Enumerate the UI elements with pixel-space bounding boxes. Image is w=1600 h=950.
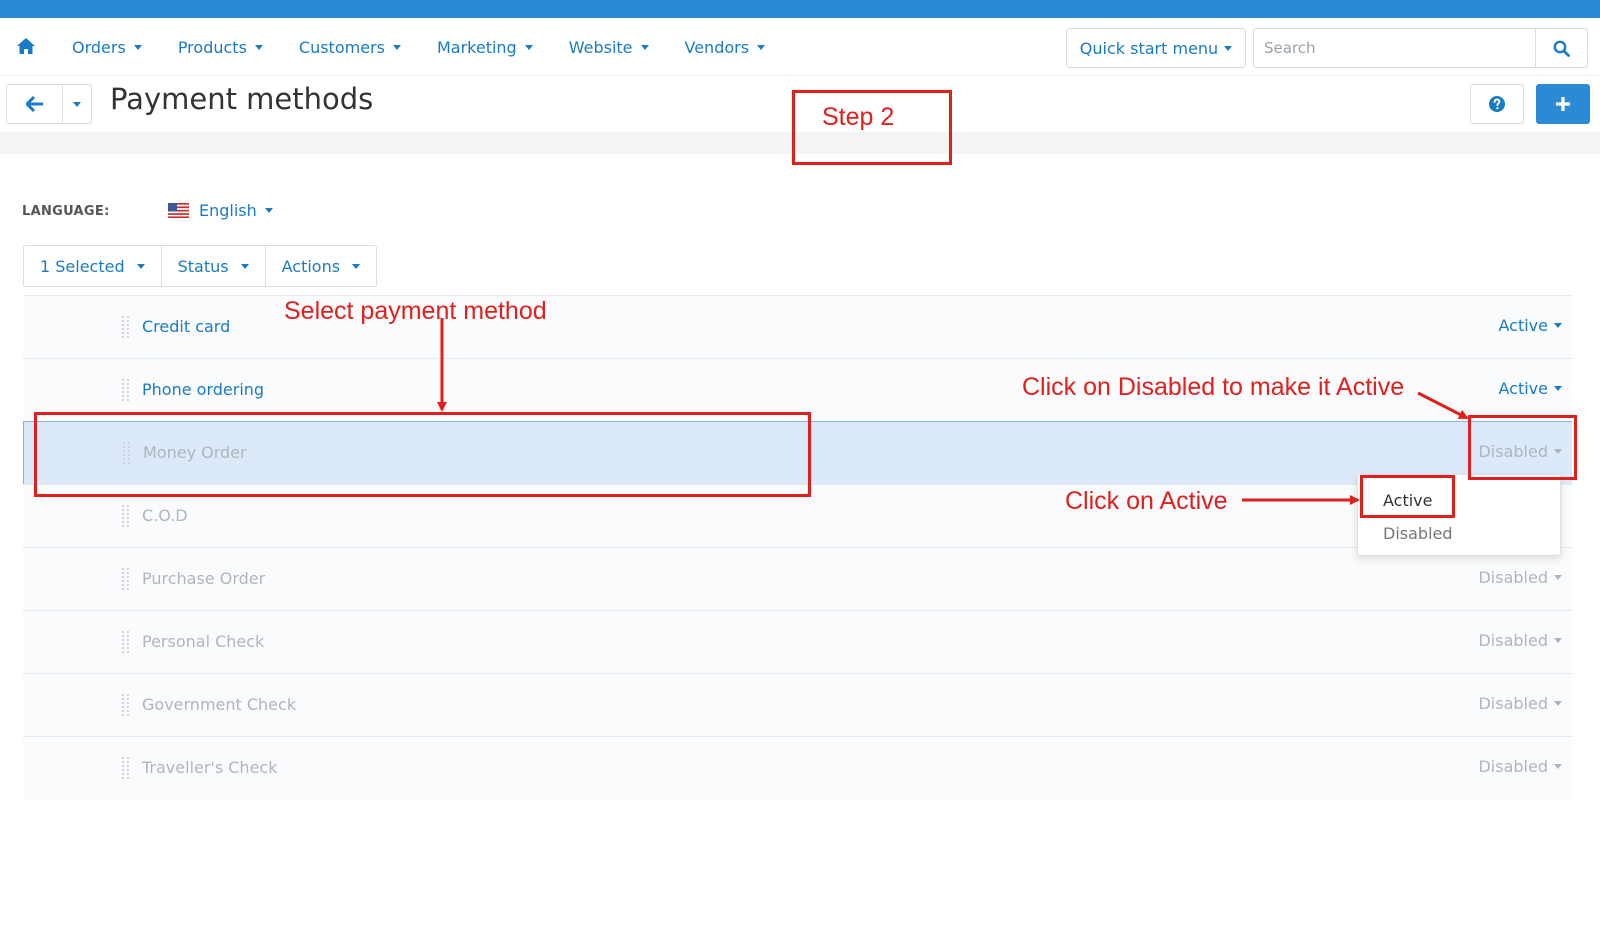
caret-down-icon: [264, 208, 273, 213]
drag-handle-icon[interactable]: [122, 757, 130, 779]
selected-row-highlight-box: [34, 412, 811, 497]
nav-menu: Orders Products Customers Marketing Webs…: [56, 18, 801, 76]
caret-down-icon: [392, 44, 401, 50]
top-bar: [0, 0, 1600, 18]
home-icon[interactable]: [16, 37, 36, 55]
status-dropdown[interactable]: Disabled: [1478, 631, 1562, 650]
table-row[interactable]: Credit card Active: [23, 295, 1572, 358]
click-active-annotation: Click on Active: [1065, 487, 1228, 515]
back-history-dropdown[interactable]: [62, 85, 91, 123]
step-annotation-label: Step 2: [822, 103, 895, 131]
question-circle-icon: [1489, 96, 1505, 112]
arrow-left-icon: [25, 96, 43, 112]
select-method-annotation: Select payment method: [284, 297, 547, 325]
caret-down-icon: [524, 44, 533, 50]
back-button[interactable]: [7, 85, 62, 123]
status-dropdown[interactable]: Active: [1499, 379, 1562, 398]
search-box: [1253, 28, 1588, 68]
caret-down-icon: [1554, 323, 1562, 328]
caret-down-icon: [1554, 386, 1562, 391]
add-payment-method-button[interactable]: [1536, 84, 1590, 124]
caret-down-icon: [1554, 701, 1562, 706]
main-navbar: Orders Products Customers Marketing Webs…: [0, 18, 1600, 76]
help-button[interactable]: [1470, 84, 1524, 124]
status-dropdown[interactable]: Active: [1499, 316, 1562, 335]
payment-method-name[interactable]: C.O.D: [142, 506, 188, 525]
table-row[interactable]: Personal Check Disabled: [23, 610, 1572, 673]
status-dropdown[interactable]: Disabled: [1478, 694, 1562, 713]
back-button-group: [6, 84, 92, 124]
status-option-disabled[interactable]: Disabled: [1383, 524, 1453, 543]
drag-handle-icon[interactable]: [122, 505, 130, 527]
disabled-status-highlight-box: [1468, 415, 1577, 480]
plus-icon: [1556, 97, 1570, 111]
table-row[interactable]: Purchase Order Disabled: [23, 547, 1572, 610]
drag-handle-icon[interactable]: [122, 631, 130, 653]
payment-method-name[interactable]: Traveller's Check: [142, 758, 277, 777]
caret-down-icon: [1554, 638, 1562, 643]
us-flag-icon: [168, 203, 189, 218]
payment-method-name[interactable]: Personal Check: [142, 632, 264, 651]
status-dropdown[interactable]: Disabled: [1478, 568, 1562, 587]
table-row[interactable]: Government Check Disabled: [23, 673, 1572, 736]
drag-handle-icon[interactable]: [122, 568, 130, 590]
caret-down-icon: [133, 44, 142, 50]
search-input[interactable]: [1254, 29, 1535, 67]
language-selector[interactable]: English: [168, 201, 273, 220]
caret-down-icon: [73, 101, 81, 107]
language-label: LANGUAGE:: [22, 204, 110, 219]
drag-handle-icon[interactable]: [122, 694, 130, 716]
payment-method-name[interactable]: Government Check: [142, 695, 296, 714]
nav-orders[interactable]: Orders: [72, 38, 142, 57]
payment-method-name[interactable]: Credit card: [142, 317, 230, 336]
nav-website[interactable]: Website: [569, 38, 649, 57]
drag-handle-icon[interactable]: [122, 316, 130, 338]
nav-products[interactable]: Products: [178, 38, 263, 57]
caret-down-icon: [254, 44, 263, 50]
status-dropdown[interactable]: Disabled: [1478, 757, 1562, 776]
caret-down-icon: [352, 263, 361, 269]
caret-down-icon: [757, 44, 766, 50]
page-title: Payment methods: [110, 82, 374, 116]
caret-down-icon: [240, 263, 249, 269]
caret-down-icon: [1224, 45, 1233, 51]
active-option-highlight-box: [1360, 475, 1455, 518]
caret-down-icon: [1554, 764, 1562, 769]
table-row[interactable]: Traveller's Check Disabled: [23, 736, 1572, 799]
caret-down-icon: [640, 44, 649, 50]
search-button[interactable]: [1535, 29, 1587, 67]
nav-marketing[interactable]: Marketing: [437, 38, 533, 57]
selected-count-button[interactable]: 1 Selected: [24, 246, 161, 286]
actions-button[interactable]: Actions: [264, 246, 376, 286]
bulk-toolbar: 1 Selected Status Actions: [23, 245, 378, 287]
nav-customers[interactable]: Customers: [299, 38, 401, 57]
status-button[interactable]: Status: [160, 246, 265, 286]
payment-method-name[interactable]: Purchase Order: [142, 569, 265, 588]
nav-vendors[interactable]: Vendors: [685, 38, 766, 57]
quick-start-menu-button[interactable]: Quick start menu: [1066, 28, 1246, 68]
click-disabled-annotation: Click on Disabled to make it Active: [1022, 373, 1405, 401]
caret-down-icon: [136, 263, 145, 269]
drag-handle-icon[interactable]: [122, 379, 130, 401]
payment-methods-list: Credit card Active Phone ordering Active…: [23, 295, 1572, 799]
caret-down-icon: [1554, 575, 1562, 580]
payment-method-name[interactable]: Phone ordering: [142, 380, 264, 399]
search-icon: [1553, 40, 1570, 57]
